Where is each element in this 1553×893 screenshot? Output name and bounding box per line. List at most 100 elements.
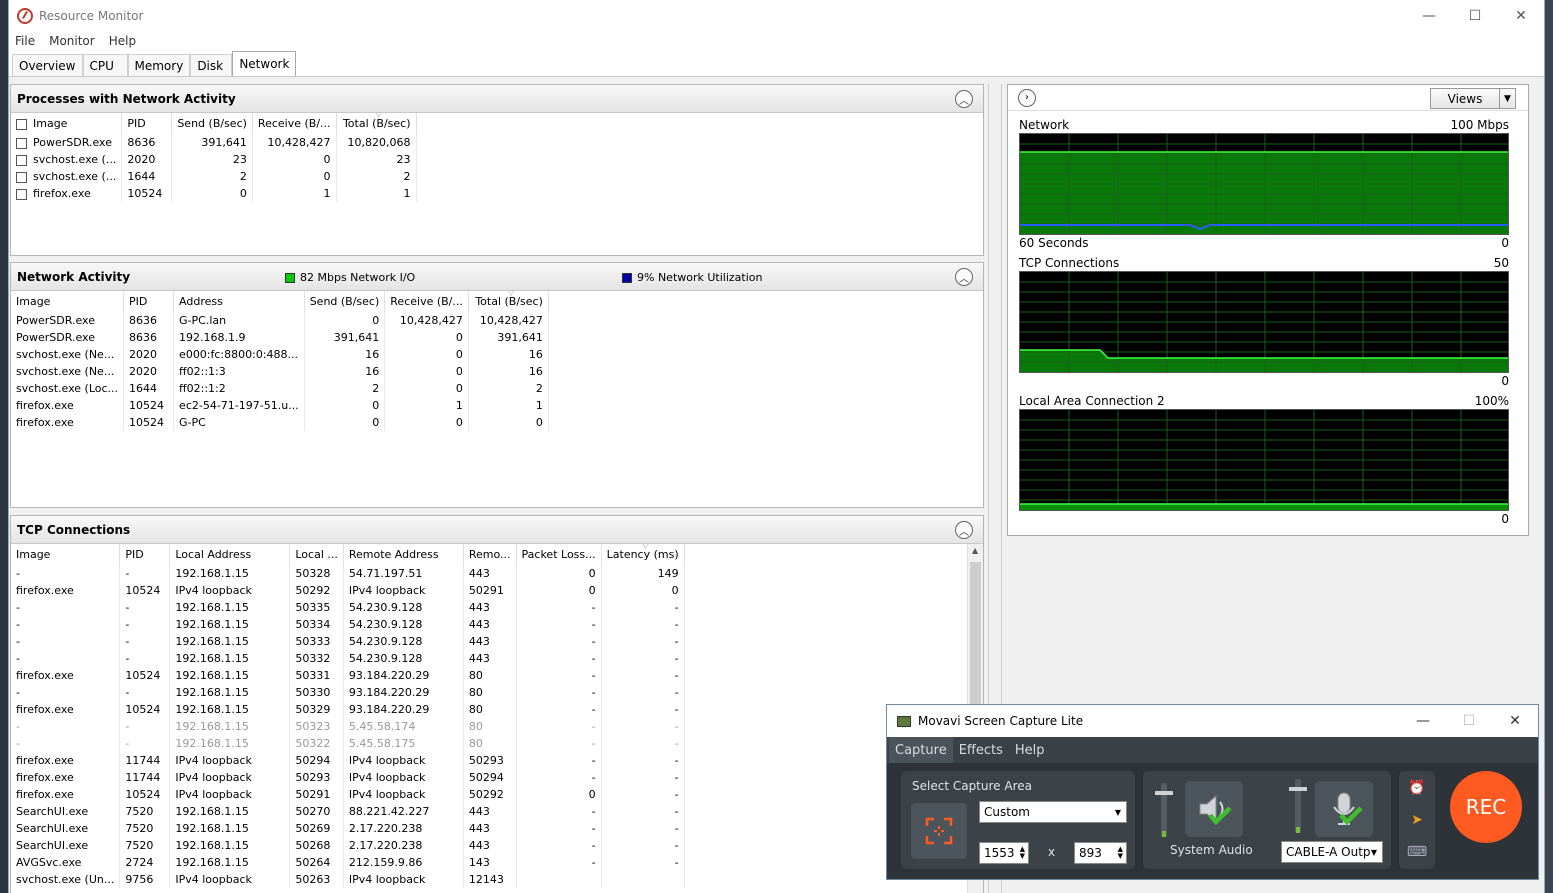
column-header-pid[interactable]: PID — [121, 113, 173, 134]
tcp-connection-row[interactable]: AVGSvc.exe 2724 192.168.1.15 50264 212.159.9… — [11, 854, 685, 871]
system-audio-button[interactable] — [1185, 781, 1243, 837]
row-checkbox[interactable] — [16, 154, 27, 166]
column-header-remote-address[interactable]: Remote Address — [343, 544, 464, 565]
movavi-menu-capture[interactable]: Capture — [889, 737, 953, 763]
movavi-title-bar[interactable]: Movavi Screen Capture Lite — ☐ ✕ — [887, 705, 1538, 737]
tcp-connection-row[interactable]: svchost.exe (Un... 9756 IPv4 loopback 50263… — [11, 871, 685, 888]
table-cell: - — [516, 735, 602, 752]
movavi-menu-help[interactable]: Help — [1009, 737, 1051, 763]
column-header-image[interactable]: Image — [11, 544, 121, 565]
network-activity-row[interactable]: svchost.exe (Ne... 2020 e000:fc:8800:0:488… — [11, 346, 549, 363]
process-row[interactable]: firefox.exe 10524 0 1 1 — [11, 185, 417, 202]
column-header-local-port[interactable]: Local ... — [289, 544, 344, 565]
tab-network[interactable]: Network — [232, 51, 297, 76]
tcp-connection-row[interactable]: - -192.168.1.15 50332 54.230.9.128 443- - — [11, 650, 685, 667]
menu-monitor[interactable]: Monitor — [49, 34, 95, 48]
tcp-connection-row[interactable]: - -192.168.1.15 50334 54.230.9.128 443- - — [11, 616, 685, 633]
collapse-processes-button[interactable]: ︿ — [955, 90, 973, 108]
network-activity-row[interactable]: svchost.exe (Ne... 2020 ff02::1:3 16 0 16 — [11, 363, 549, 380]
tcp-connection-row[interactable]: - -192.168.1.15 50322 5.45.58.175 80- - — [11, 735, 685, 752]
expand-pane-button[interactable]: › — [1018, 88, 1036, 107]
capture-area-dropdown[interactable]: Custom ▼ — [979, 801, 1127, 823]
title-bar[interactable]: Resource Monitor — ☐ ✕ — [9, 0, 1544, 31]
column-header-receive[interactable]: Receive (B/... — [252, 113, 337, 134]
width-input[interactable]: 1553 ▲ ▼ — [979, 842, 1029, 864]
select-all-checkbox[interactable] — [16, 118, 27, 130]
collapse-tcp-button[interactable]: ︿ — [955, 521, 973, 539]
column-header-total[interactable]: ▽ Total (B/sec) — [336, 113, 417, 134]
spinner-icon[interactable]: ▲ ▼ — [1020, 846, 1025, 860]
keyboard-icon[interactable]: ⌨ — [1406, 841, 1428, 863]
tcp-connection-row[interactable]: firefox.exe 10524 IPv4 loopback 50291 IPv4 l… — [11, 786, 685, 803]
tab-memory[interactable]: Memory — [127, 54, 191, 76]
process-row[interactable]: svchost.exe (... 1644 2 0 2 — [11, 168, 417, 185]
tcp-connection-row[interactable]: SearchUI.exe 7520 192.168.1.15 50269 2.17.22… — [11, 820, 685, 837]
movavi-close-button[interactable]: ✕ — [1492, 705, 1538, 737]
microphone-dropdown[interactable]: CABLE-A Outp ▼ — [1281, 841, 1383, 863]
select-area-button[interactable] — [911, 803, 967, 859]
network-activity-panel-header[interactable]: Network Activity 82 Mbps Network I/O 9% … — [11, 263, 983, 291]
microphone-volume-slider[interactable] — [1289, 779, 1307, 833]
collapse-network-activity-button[interactable]: ︿ — [955, 268, 973, 286]
tcp-connection-row[interactable]: firefox.exe 11744 IPv4 loopback 50293 IPv4 l… — [11, 769, 685, 786]
processes-panel-header[interactable]: Processes with Network Activity ︿ — [11, 85, 983, 113]
row-checkbox[interactable] — [16, 137, 27, 149]
column-header-send[interactable]: Send (B/sec) — [171, 113, 253, 134]
column-header-total[interactable]: ▽ Total (B/sec) — [468, 291, 549, 312]
record-button[interactable]: REC — [1450, 771, 1522, 843]
maximize-button[interactable]: ☐ — [1452, 0, 1498, 31]
movavi-menu-effects[interactable]: Effects — [953, 737, 1009, 763]
column-header-pid[interactable]: PID — [123, 291, 175, 312]
column-header-latency[interactable]: ▽ Latency (ms) — [601, 544, 685, 565]
tcp-connection-row[interactable]: - -192.168.1.15 50330 93.184.220.29 80- - — [11, 684, 685, 701]
tcp-connection-row[interactable]: firefox.exe 10524 IPv4 loopback 50292 IPv4 l… — [11, 582, 685, 599]
network-activity-row[interactable]: svchost.exe (Loc... 1644 ff02::1:2 2 0 2 — [11, 380, 549, 397]
tcp-connection-row[interactable]: - -192.168.1.15 50335 54.230.9.128 443- - — [11, 599, 685, 616]
views-button[interactable]: Views ▼ — [1430, 88, 1516, 109]
minimize-button[interactable]: — — [1406, 0, 1452, 31]
table-cell: - — [516, 820, 602, 837]
tcp-connection-row[interactable]: firefox.exe 11744 IPv4 loopback 50294 IPv4 l… — [11, 752, 685, 769]
column-header-image[interactable]: Image — [11, 113, 123, 134]
network-activity-row[interactable]: firefox.exe 10524 ec2-54-71-197-51.u... 0 1 1 — [11, 397, 549, 414]
tcp-connection-row[interactable]: - -192.168.1.15 50323 5.45.58.174 80- - — [11, 718, 685, 735]
tcp-connections-panel-header[interactable]: TCP Connections ︿ — [11, 516, 983, 544]
process-row[interactable]: svchost.exe (... 2020 23 0 23 — [11, 151, 417, 168]
column-header-address[interactable]: Address — [173, 291, 305, 312]
tcp-connection-row[interactable]: firefox.exe 10524 192.168.1.15 50331 93.184.… — [11, 667, 685, 684]
menu-file[interactable]: File — [15, 34, 35, 48]
table-cell: 0 — [384, 414, 469, 431]
movavi-minimize-button[interactable]: — — [1400, 705, 1446, 737]
network-activity-row[interactable]: PowerSDR.exe 8636 192.168.1.9 391,641 0 391,6… — [11, 329, 549, 346]
tab-disk[interactable]: Disk — [190, 54, 233, 76]
alarm-clock-icon[interactable]: ⏰ — [1406, 777, 1428, 799]
network-activity-row[interactable]: PowerSDR.exe 8636 G-PC.lan 0 10,428,427 10,42… — [11, 312, 549, 329]
column-header-receive[interactable]: Receive (B/... — [384, 291, 469, 312]
column-header-send[interactable]: Send (B/sec) — [304, 291, 386, 312]
microphone-button[interactable] — [1315, 781, 1373, 837]
close-button[interactable]: ✕ — [1498, 0, 1544, 31]
tcp-connection-row[interactable]: firefox.exe 10524 192.168.1.15 50329 93.184.… — [11, 701, 685, 718]
spinner-icon[interactable]: ▲ ▼ — [1118, 846, 1123, 860]
tab-cpu[interactable]: CPU — [82, 54, 128, 76]
column-header-image[interactable]: Image — [11, 291, 125, 312]
height-input[interactable]: 893 ▲ ▼ — [1074, 842, 1127, 864]
tcp-connection-row[interactable]: SearchUI.exe 7520 192.168.1.15 50270 88.221.… — [11, 803, 685, 820]
menu-help[interactable]: Help — [109, 34, 136, 48]
column-header-remote-port[interactable]: Remo... — [463, 544, 517, 565]
column-header-packet-loss[interactable]: Packet Loss... — [516, 544, 602, 565]
cursor-icon[interactable]: ➤ — [1406, 809, 1428, 831]
row-checkbox[interactable] — [16, 188, 27, 200]
tab-overview[interactable]: Overview — [12, 54, 83, 76]
column-header-pid[interactable]: PID — [119, 544, 171, 565]
row-checkbox[interactable] — [16, 171, 27, 183]
table-cell: - — [516, 667, 602, 684]
system-audio-volume-slider[interactable] — [1155, 783, 1173, 837]
tcp-connection-row[interactable]: SearchUI.exe 7520 192.168.1.15 50268 2.17.22… — [11, 837, 685, 854]
tcp-connection-row[interactable]: - -192.168.1.15 50333 54.230.9.128 443- - — [11, 633, 685, 650]
process-row[interactable]: PowerSDR.exe 8636 391,641 10,428,427 10,820,… — [11, 134, 417, 151]
tcp-connection-row[interactable]: - -192.168.1.15 50328 54.71.197.51 443 0 149 — [11, 565, 685, 582]
network-activity-row[interactable]: firefox.exe 10524 G-PC 0 0 0 — [11, 414, 549, 431]
column-header-local-address[interactable]: Local Address — [169, 544, 291, 565]
scroll-up-icon[interactable]: ▲ — [972, 546, 978, 555]
